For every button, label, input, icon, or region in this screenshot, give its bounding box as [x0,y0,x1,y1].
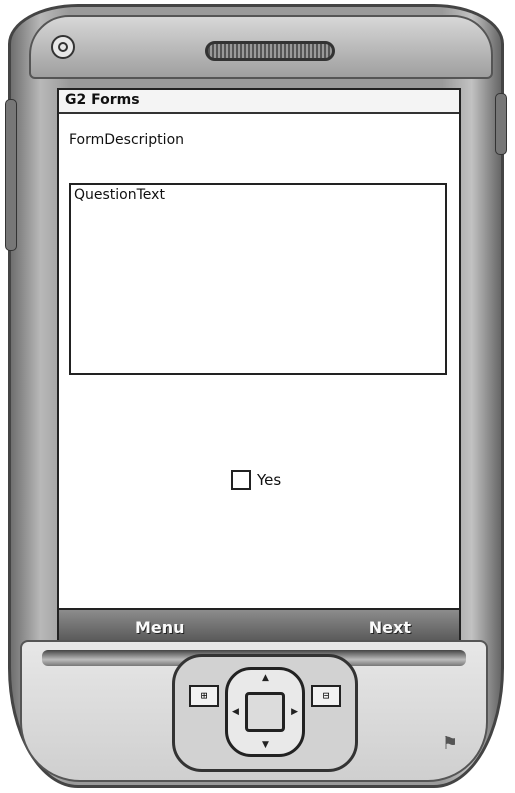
dpad-center-button[interactable] [245,692,285,732]
question-text-box[interactable]: QuestionText [69,183,447,375]
device-screen: G2 Forms FormDescription QuestionText Ye… [57,88,461,652]
ok-key-icon[interactable]: ⊟ [311,685,341,707]
start-menu-icon[interactable]: ⊞ [189,685,219,707]
yes-option[interactable]: Yes [231,470,281,490]
title-bar: G2 Forms [59,90,459,114]
dpad-right-icon: ▶ [291,707,298,717]
left-side-key[interactable] [5,99,17,251]
yes-checkbox[interactable] [231,470,251,490]
next-softkey[interactable]: Next [369,618,411,637]
dpad-icon[interactable]: ▲ ▼ ◀ ▶ [225,667,305,757]
yes-label: Yes [257,471,282,489]
dpad-left-icon: ◀ [232,707,239,717]
right-side-key[interactable] [495,93,507,155]
question-text: QuestionText [74,187,165,203]
earpiece-speaker [205,41,335,61]
nav-cluster: ⊞ ⊟ ▲ ▼ ◀ ▶ [172,654,358,772]
form-description: FormDescription [69,132,185,148]
lower-hardware-panel: ⊞ ⊟ ▲ ▼ ◀ ▶ ⚑ [20,640,488,782]
menu-softkey[interactable]: Menu [135,618,185,637]
dpad-down-icon: ▼ [262,740,269,750]
app-title: G2 Forms [65,92,140,108]
windows-flag-icon: ⚑ [441,733,458,754]
dpad-up-icon: ▲ [262,673,269,683]
power-button[interactable] [51,35,75,59]
